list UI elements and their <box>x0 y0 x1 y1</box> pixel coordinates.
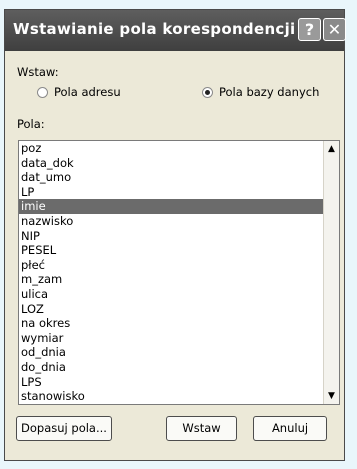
list-item[interactable]: LP <box>19 185 323 200</box>
list-item[interactable]: imie <box>19 199 323 214</box>
match-fields-button[interactable]: Dopasuj pola... <box>16 416 112 441</box>
radio-database-fields-circle[interactable] <box>202 86 213 98</box>
list-item[interactable]: m_zam <box>19 272 323 287</box>
triangle-down-icon[interactable]: ▼ <box>324 388 339 404</box>
fields-list: poz data_dok dat_umo LP imie nazwisko NIP PESEL… <box>19 141 323 404</box>
list-item[interactable]: ulica <box>19 287 323 302</box>
list-item[interactable]: od_dnia <box>19 345 323 360</box>
list-item[interactable]: poz <box>19 141 323 156</box>
fields-label: Pola: <box>17 117 45 131</box>
list-item[interactable]: wymiar <box>19 331 323 346</box>
list-item[interactable]: LPS <box>19 375 323 390</box>
radio-address-fields[interactable]: Pola adresu <box>37 85 121 99</box>
list-item[interactable]: data_dok <box>19 156 323 171</box>
triangle-up-icon[interactable]: ▲ <box>324 141 339 157</box>
close-button[interactable]: ✕ <box>323 18 346 41</box>
list-item[interactable]: na okres <box>19 316 323 331</box>
list-item[interactable]: do_dnia <box>19 360 323 375</box>
radio-database-fields[interactable]: Pola bazy danych <box>202 85 319 99</box>
dialog-window: Wstawianie pola korespondencji ... ? ✕ W… <box>4 9 346 461</box>
list-item[interactable]: PESEL <box>19 243 323 258</box>
list-item[interactable]: nazwisko <box>19 214 323 229</box>
title-bar[interactable]: Wstawianie pola korespondencji ... ? ✕ <box>5 10 346 51</box>
radio-address-fields-circle[interactable] <box>37 86 48 98</box>
radio-database-fields-label: Pola bazy danych <box>219 85 320 99</box>
help-button[interactable]: ? <box>298 18 321 41</box>
list-scrollbar[interactable]: ▲ ▼ <box>323 141 339 404</box>
cancel-button[interactable]: Anuluj <box>253 416 327 441</box>
radio-address-fields-label: Pola adresu <box>54 85 121 99</box>
list-item[interactable]: płeć <box>19 258 323 273</box>
dialog-title: Wstawianie pola korespondencji ... <box>13 20 320 38</box>
list-item[interactable]: dat_umo <box>19 170 323 185</box>
list-item[interactable]: NIP <box>19 229 323 244</box>
list-item[interactable]: stanowisko <box>19 389 323 404</box>
insert-button[interactable]: Wstaw <box>166 416 237 441</box>
insert-label: Wstaw: <box>17 65 59 79</box>
list-item[interactable]: LOZ <box>19 302 323 317</box>
fields-listbox[interactable]: poz data_dok dat_umo LP imie nazwisko NIP PESEL… <box>18 140 340 405</box>
